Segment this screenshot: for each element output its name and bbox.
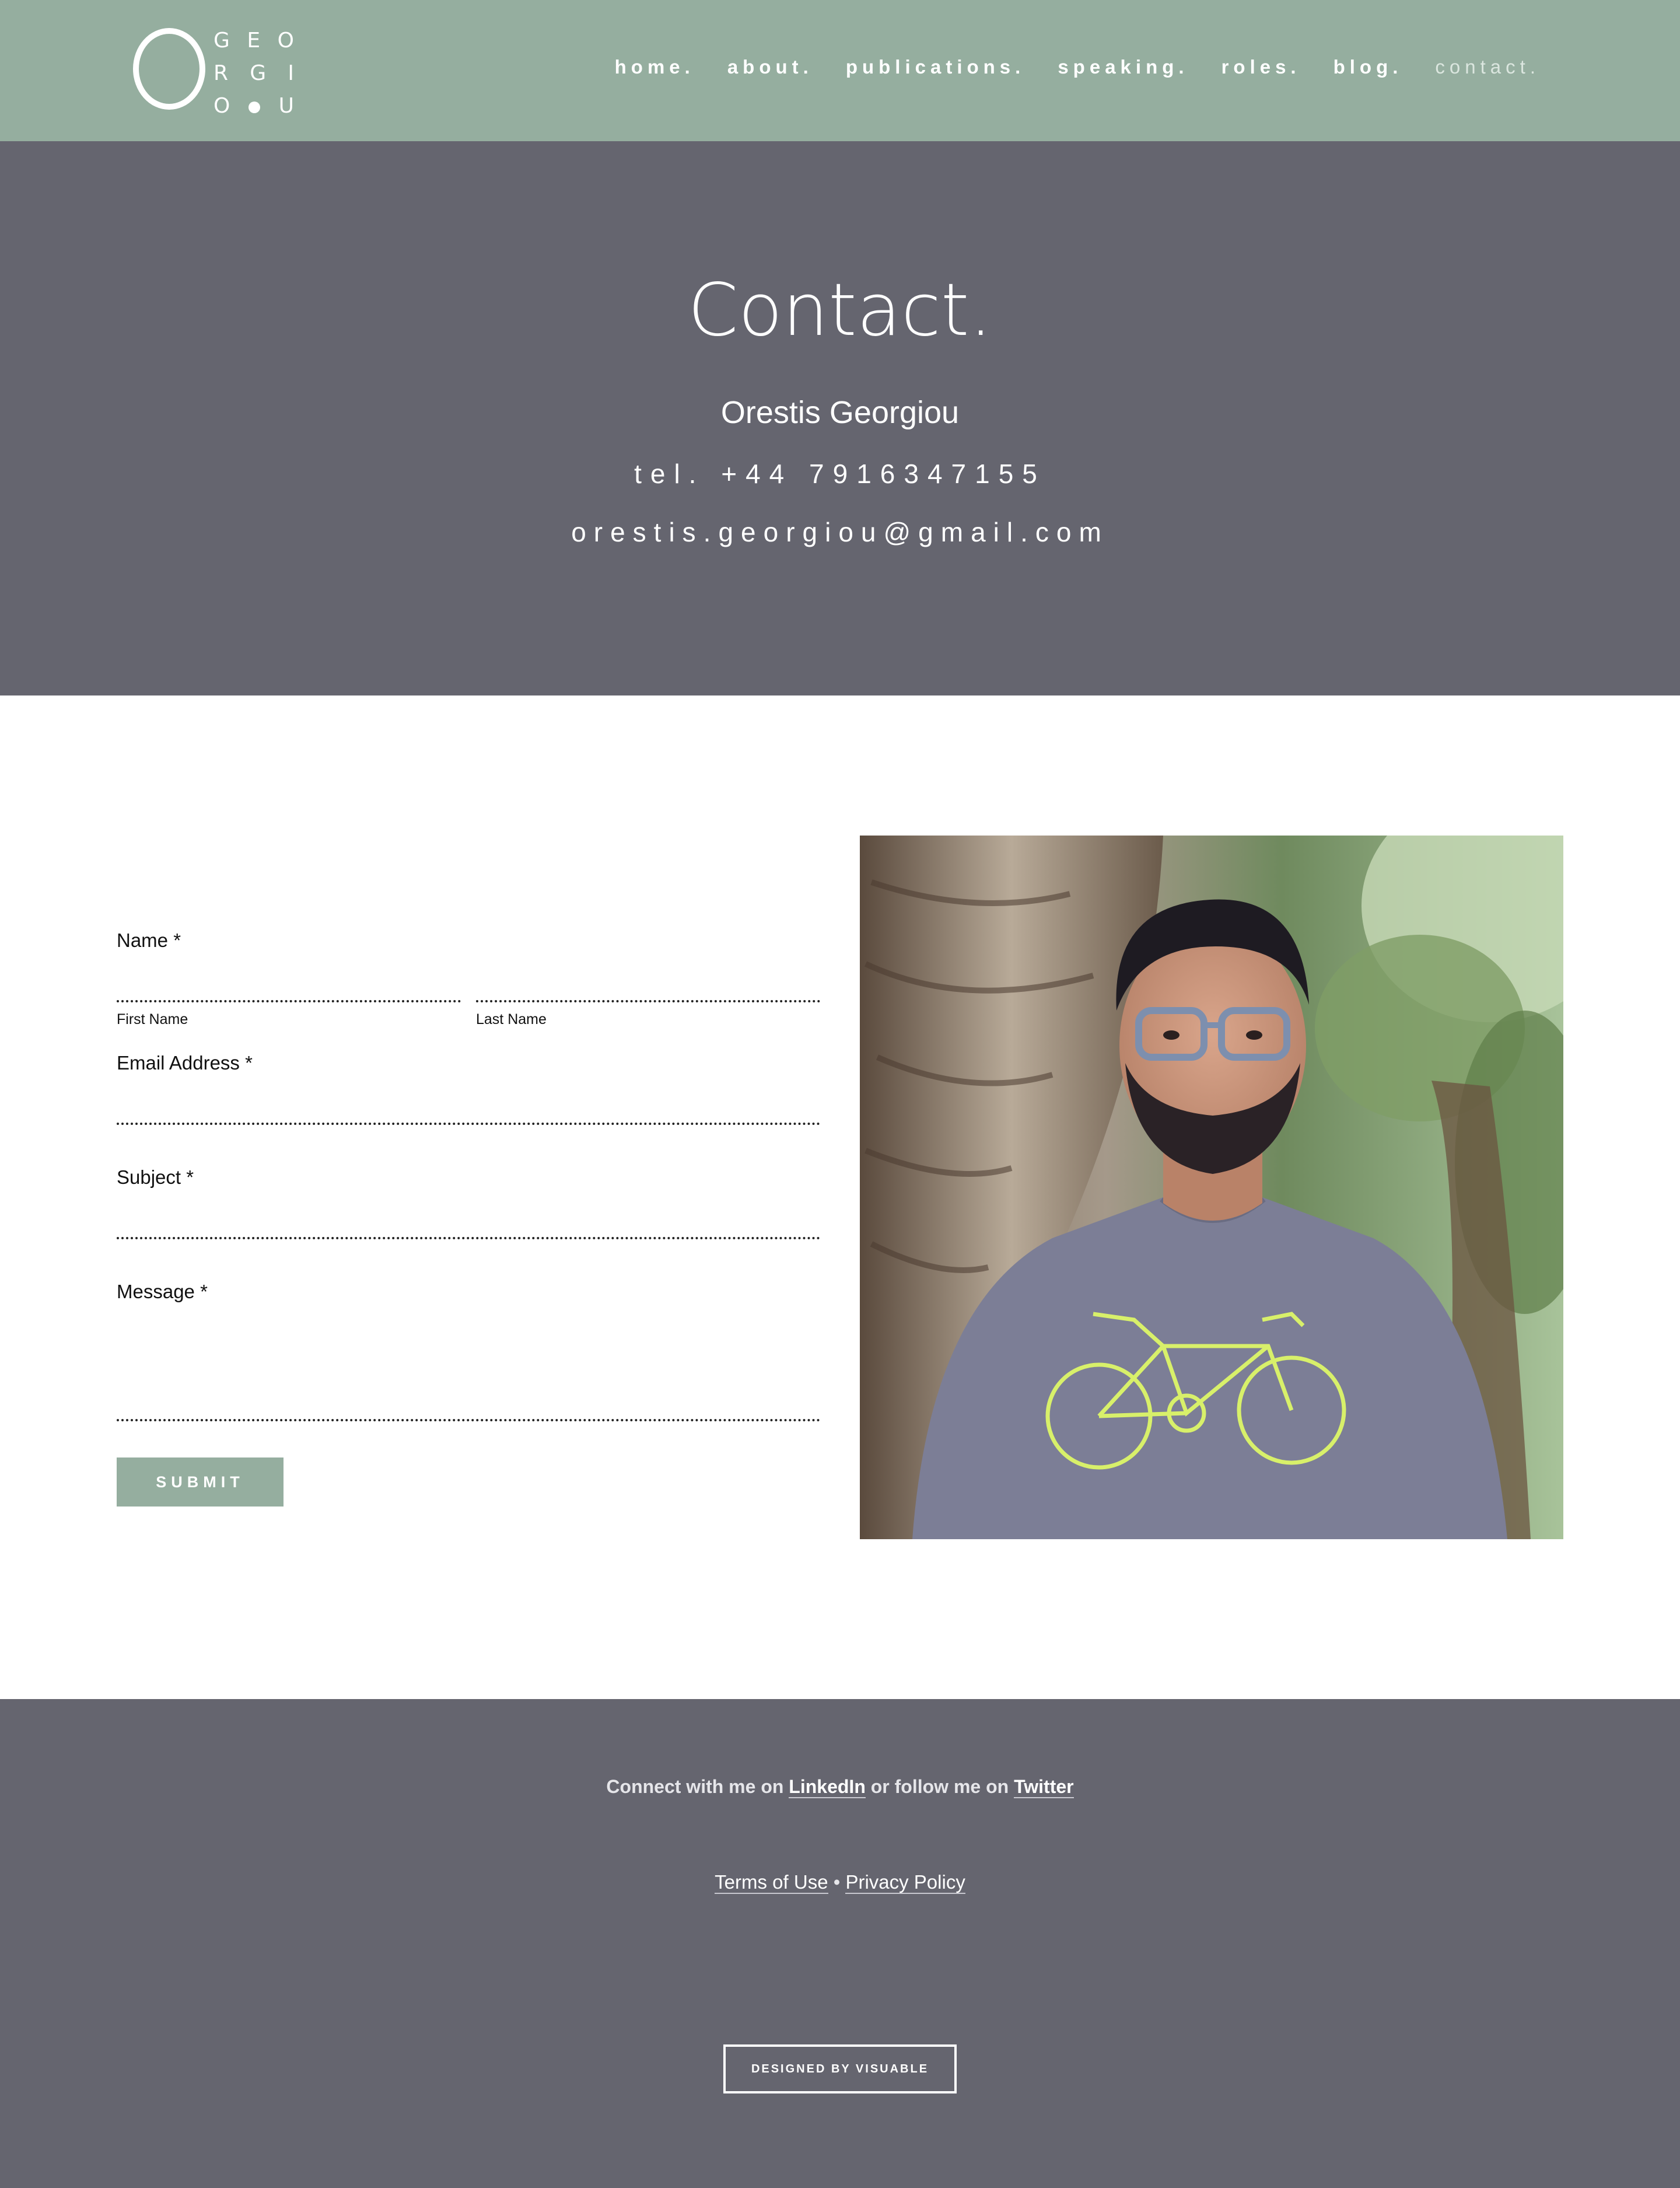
subject-label: Subject * [117,1166,194,1188]
last-name-input[interactable] [476,983,820,1002]
logo-row: O U [214,90,294,123]
name-label: Name * [117,929,181,951]
site-logo[interactable]: G E O R G I O U [128,25,303,118]
privacy-policy-link[interactable]: Privacy Policy [845,1871,965,1894]
logo-letter: R [214,61,229,85]
message-field-block: Message * [117,1280,820,1421]
main-nav: home. about. publications. speaking. rol… [582,56,1540,78]
logo-letter: O [214,94,230,118]
message-textarea[interactable] [117,1305,820,1421]
social-prefix-text: Connect with me on [606,1776,789,1797]
contact-hero: Contact. Orestis Georgiou tel. +44 79163… [0,141,1680,695]
logo-letter: G [214,29,230,53]
email-field-block: Email Address * [117,1051,820,1125]
contact-name: Orestis Georgiou [720,395,960,430]
logo-row: R G I [214,57,294,90]
name-fields-row: First Name Last Name [117,983,820,1028]
submit-button[interactable]: SUBMIT [117,1457,284,1507]
logo-letter: I [288,61,294,85]
last-name-column: Last Name [476,983,820,1028]
twitter-link[interactable]: Twitter [1014,1776,1074,1798]
nav-item-speaking[interactable]: speaking. [1058,56,1188,78]
nav-item-about[interactable]: about. [727,56,813,78]
portrait-photo-image [860,836,1563,1539]
footer-legal-links: Terms of Use • Privacy Policy [0,1871,1680,1894]
logo-letter: U [278,94,294,118]
nav-item-contact[interactable]: contact. [1435,56,1540,78]
subject-input[interactable] [117,1219,820,1239]
contact-email: orestis.georgiou@gmail.com [571,517,1109,547]
logo-big-o-icon [133,28,205,110]
contact-content: Name * First Name Last Name Email Addres… [0,695,1680,1699]
legal-separator: • [828,1871,846,1893]
message-label: Message * [117,1281,208,1302]
contact-phone: tel. +44 7916347155 [634,459,1046,489]
portrait-photo [860,836,1563,1539]
footer-social-line: Connect with me on LinkedIn or follow me… [0,1775,1680,1798]
logo-letter: O [277,29,294,53]
first-name-input[interactable] [117,983,461,1002]
logo-letter: E [247,29,261,53]
logo-letter: G [250,61,267,85]
linkedin-link[interactable]: LinkedIn [789,1776,866,1798]
first-name-label: First Name [117,1011,188,1027]
terms-of-use-link[interactable]: Terms of Use [715,1871,828,1894]
first-name-column: First Name [117,983,461,1028]
nav-item-home[interactable]: home. [615,56,695,78]
nav-item-roles[interactable]: roles. [1222,56,1301,78]
social-middle-text: or follow me on [865,1776,1014,1797]
subject-field-block: Subject * [117,1166,820,1239]
logo-dot-icon [248,102,260,113]
email-input[interactable] [117,1105,820,1125]
logo-row: G E O [214,25,294,57]
email-label: Email Address * [117,1052,253,1074]
nav-item-blog[interactable]: blog. [1334,56,1403,78]
nav-item-publications[interactable]: publications. [846,56,1026,78]
contact-form: Name * First Name Last Name Email Addres… [117,929,820,1507]
logo-letter-grid: G E O R G I O U [214,25,301,123]
last-name-label: Last Name [476,1011,547,1027]
site-footer: Connect with me on LinkedIn or follow me… [0,1699,1680,2188]
page-title: Contact. [688,268,992,352]
designed-by-badge[interactable]: DESIGNED BY VISUABLE [723,2044,957,2093]
site-header: G E O R G I O U home. about. publication… [0,0,1680,141]
